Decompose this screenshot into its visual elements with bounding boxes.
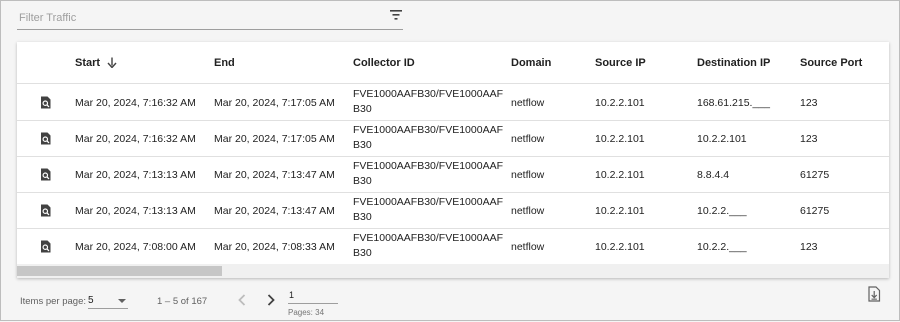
horizontal-scrollbar[interactable]: [17, 264, 889, 278]
cell-destination-ip: 10.2.2.___: [697, 205, 747, 217]
items-per-page-label: Items per page:: [20, 296, 87, 307]
table-header: Start End Collector ID Domain Source IP …: [17, 42, 889, 84]
arrow-down-icon: [107, 57, 117, 68]
chevron-left-icon[interactable]: [235, 292, 249, 308]
cell-collector-id: FVE1000AAFB30/FVE1000AAFB30: [353, 88, 503, 115]
paginator: Items per page: 5 1 – 5 of 167 1 Pages: …: [1, 284, 900, 322]
cell-source-ip: 10.2.2.101: [595, 241, 645, 253]
cell-source-ip: 10.2.2.101: [595, 133, 645, 145]
traffic-table: Start End Collector ID Domain Source IP …: [17, 42, 889, 278]
cell-destination-ip: 168.61.215.___: [697, 97, 770, 109]
search-details-icon[interactable]: [39, 204, 52, 217]
cell-source-port: 61275: [800, 169, 830, 181]
cell-domain: netflow: [511, 133, 545, 145]
cell-end: Mar 20, 2024, 7:13:47 AM: [214, 169, 335, 181]
items-per-page-value: 5: [88, 295, 94, 306]
cell-end: Mar 20, 2024, 7:08:33 AM: [214, 241, 335, 253]
cell-end: Mar 20, 2024, 7:13:47 AM: [214, 205, 335, 217]
table-row[interactable]: Mar 20, 2024, 7:16:32 AM Mar 20, 2024, 7…: [17, 84, 889, 121]
cell-domain: netflow: [511, 241, 545, 253]
cell-source-ip: 10.2.2.101: [595, 205, 645, 217]
chevron-right-icon[interactable]: [264, 292, 278, 308]
cell-end: Mar 20, 2024, 7:17:05 AM: [214, 133, 335, 145]
cell-destination-ip: 10.2.2.___: [697, 241, 747, 253]
table-row[interactable]: Mar 20, 2024, 7:13:13 AM Mar 20, 2024, 7…: [17, 156, 889, 193]
filter-traffic-input[interactable]: [17, 11, 361, 25]
items-per-page-select[interactable]: 5: [88, 292, 128, 309]
cell-domain: netflow: [511, 169, 545, 181]
column-header-source-ip[interactable]: Source IP: [595, 57, 646, 69]
cell-collector-id: FVE1000AAFB30/FVE1000AAFB30: [353, 160, 503, 187]
traffic-panel: Start End Collector ID Domain Source IP …: [0, 0, 900, 321]
cell-start: Mar 20, 2024, 7:16:32 AM: [75, 97, 196, 109]
column-header-collector-id[interactable]: Collector ID: [353, 57, 415, 69]
column-label: End: [214, 57, 235, 69]
search-details-icon[interactable]: [39, 240, 52, 253]
current-page-value: 1: [289, 290, 295, 300]
cell-collector-id: FVE1000AAFB30/FVE1000AAFB30: [353, 232, 503, 259]
search-details-icon[interactable]: [39, 132, 52, 145]
column-label: Domain: [511, 57, 552, 69]
download-file-icon[interactable]: [867, 286, 881, 302]
dropdown-caret-icon: [118, 299, 126, 303]
cell-source-ip: 10.2.2.101: [595, 169, 645, 181]
table-row[interactable]: Mar 20, 2024, 7:16:32 AM Mar 20, 2024, 7…: [17, 120, 889, 157]
column-label: Collector ID: [353, 57, 415, 69]
cell-start: Mar 20, 2024, 7:16:32 AM: [75, 133, 196, 145]
cell-source-ip: 10.2.2.101: [595, 97, 645, 109]
scrollbar-thumb[interactable]: [17, 266, 222, 276]
cell-destination-ip: 10.2.2.101: [697, 133, 747, 145]
cell-source-port: 123: [800, 133, 818, 145]
column-label: Source IP: [595, 57, 646, 69]
cell-start: Mar 20, 2024, 7:13:13 AM: [75, 205, 196, 217]
search-details-icon[interactable]: [39, 168, 52, 181]
cell-start: Mar 20, 2024, 7:13:13 AM: [75, 169, 196, 181]
column-header-domain[interactable]: Domain: [511, 57, 551, 69]
column-header-start[interactable]: Start: [75, 57, 117, 69]
cell-source-port: 61275: [800, 205, 830, 217]
cell-domain: netflow: [511, 205, 545, 217]
table-row[interactable]: Mar 20, 2024, 7:08:00 AM Mar 20, 2024, 7…: [17, 228, 889, 265]
cell-end: Mar 20, 2024, 7:17:05 AM: [214, 97, 335, 109]
cell-collector-id: FVE1000AAFB30/FVE1000AAFB30: [353, 196, 503, 223]
filter-list-icon[interactable]: [389, 8, 403, 22]
column-label: Start: [75, 57, 101, 69]
cell-start: Mar 20, 2024, 7:08:00 AM: [75, 241, 196, 253]
cell-collector-id: FVE1000AAFB30/FVE1000AAFB30: [353, 124, 503, 151]
filter-traffic-field[interactable]: [17, 7, 403, 30]
column-header-end[interactable]: End: [214, 57, 235, 69]
cell-destination-ip: 8.8.4.4: [697, 169, 730, 181]
cell-domain: netflow: [511, 97, 545, 109]
page-number-input[interactable]: 1: [288, 289, 338, 304]
cell-source-port: 123: [800, 97, 818, 109]
search-details-icon[interactable]: [39, 96, 52, 109]
column-header-source-port[interactable]: Source Port: [800, 57, 862, 69]
column-label: Destination IP: [697, 57, 771, 69]
pages-count-label: Pages: 34: [288, 308, 325, 317]
column-label: Source Port: [800, 57, 863, 69]
table-row[interactable]: Mar 20, 2024, 7:13:13 AM Mar 20, 2024, 7…: [17, 192, 889, 229]
column-header-destination-ip[interactable]: Destination IP: [697, 57, 770, 69]
cell-source-port: 123: [800, 241, 818, 253]
page-range-label: 1 – 5 of 167: [157, 296, 208, 307]
